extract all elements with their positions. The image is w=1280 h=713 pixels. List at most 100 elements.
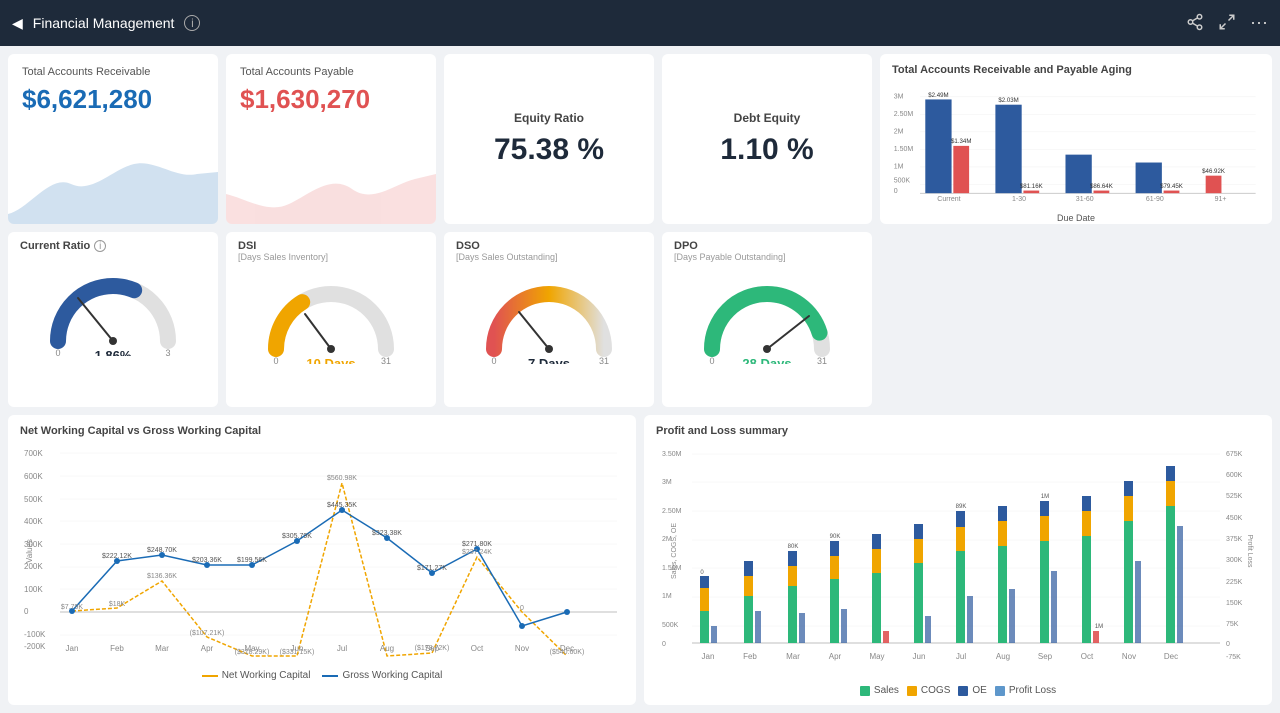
svg-text:0: 0	[24, 607, 29, 616]
svg-text:61-90: 61-90	[1146, 196, 1164, 203]
svg-text:($107.21K): ($107.21K)	[190, 630, 225, 637]
debt-equity-label: Debt Equity	[734, 111, 801, 125]
svg-text:100K: 100K	[24, 585, 43, 594]
svg-text:0: 0	[662, 641, 666, 648]
dashboard: Total Accounts Receivable $6,621,280 Tot…	[0, 46, 1280, 713]
dsi-gauge-svg: 10 Days 0 31	[261, 264, 401, 364]
svg-text:Mar: Mar	[786, 652, 800, 661]
svg-text:31: 31	[817, 356, 827, 364]
svg-text:$18K: $18K	[109, 601, 126, 608]
share-icon[interactable]	[1186, 13, 1204, 34]
svg-text:600K: 600K	[1226, 472, 1243, 479]
more-icon[interactable]: ⋯	[1250, 13, 1268, 34]
svg-text:90K: 90K	[830, 534, 841, 540]
equity-ratio-value: 75.38 %	[494, 133, 604, 167]
svg-text:$171.27K: $171.27K	[417, 565, 447, 572]
back-icon[interactable]: ◀	[12, 15, 23, 32]
svg-text:7 Days: 7 Days	[528, 356, 570, 364]
svg-text:1M: 1M	[1095, 624, 1103, 630]
svg-text:$445.35K: $445.35K	[327, 502, 357, 509]
dso-title: DSO	[456, 240, 642, 252]
dsi-title: DSI	[238, 240, 424, 252]
equity-ratio-label: Equity Ratio	[514, 111, 584, 125]
dpo-card: DPO [Days Payable Outstanding] 28 Days 0…	[662, 232, 872, 407]
svg-text:0: 0	[1226, 641, 1230, 648]
svg-text:300K: 300K	[1226, 557, 1243, 564]
svg-text:91+: 91+	[1215, 196, 1227, 203]
svg-text:500K: 500K	[662, 622, 679, 629]
aging-chart-card: Total Accounts Receivable and Payable Ag…	[880, 54, 1272, 224]
svg-text:-200K: -200K	[24, 642, 46, 651]
svg-text:Dec: Dec	[560, 644, 574, 653]
svg-text:Jun: Jun	[913, 652, 926, 661]
svg-text:0: 0	[520, 605, 524, 612]
svg-text:Oct: Oct	[1081, 652, 1094, 661]
svg-text:$1.34M: $1.34M	[951, 138, 971, 145]
dpo-gauge-svg: 28 Days 0 31	[697, 264, 837, 364]
total-ar-label: Total Accounts Receivable	[22, 66, 204, 78]
svg-text:-75K: -75K	[1226, 654, 1241, 661]
svg-text:$2.49M: $2.49M	[928, 92, 948, 99]
pnl-chart-title: Profit and Loss summary	[656, 425, 1260, 437]
svg-text:Dec: Dec	[1164, 652, 1178, 661]
svg-text:375K: 375K	[1226, 536, 1243, 543]
svg-text:1M: 1M	[894, 164, 904, 171]
svg-text:600K: 600K	[24, 472, 43, 481]
dsi-subtitle: [Days Sales Inventory]	[238, 252, 424, 262]
svg-text:$136.36K: $136.36K	[147, 573, 177, 580]
expand-icon[interactable]	[1218, 13, 1236, 34]
svg-text:31: 31	[599, 356, 609, 364]
current-ratio-title: Current Ratio	[20, 240, 90, 252]
dsi-card: DSI [Days Sales Inventory] 10 Days 0 31	[226, 232, 436, 407]
svg-text:Values: Values	[25, 539, 34, 563]
svg-text:$86.64K: $86.64K	[1090, 183, 1114, 190]
current-ratio-info-icon[interactable]: i	[94, 240, 106, 252]
pnl-legend: Sales COGS OE Profit Loss	[656, 685, 1260, 696]
dpo-title: DPO	[674, 240, 860, 252]
svg-text:89K: 89K	[956, 504, 967, 510]
svg-text:Sep: Sep	[1038, 652, 1053, 661]
svg-text:675K: 675K	[1226, 451, 1243, 458]
aging-bar-chart: 3M 2.50M 2M 1.50M 1M 500K 0 $2.49M	[892, 80, 1260, 210]
svg-text:$79.45K: $79.45K	[1160, 183, 1184, 190]
svg-text:$271.80K: $271.80K	[462, 541, 492, 548]
svg-text:Jan: Jan	[66, 644, 79, 653]
svg-text:$203.36K: $203.36K	[192, 557, 222, 564]
svg-text:$248.70K: $248.70K	[147, 547, 177, 554]
svg-text:75K: 75K	[1226, 621, 1239, 628]
svg-text:$305.79K: $305.79K	[282, 533, 312, 540]
svg-text:0: 0	[700, 570, 704, 576]
svg-text:-100K: -100K	[24, 630, 46, 639]
total-ap-card: Total Accounts Payable $1,630,270	[226, 54, 436, 224]
app-title: Financial Management	[33, 15, 175, 31]
svg-text:Jan: Jan	[702, 652, 715, 661]
svg-text:$7.79K: $7.79K	[61, 604, 84, 611]
svg-text:450K: 450K	[1226, 515, 1243, 522]
dso-card: DSO [Days Sales Outstanding] 7	[444, 232, 654, 407]
equity-ratio-card: Equity Ratio 75.38 %	[444, 54, 654, 224]
svg-text:3: 3	[165, 348, 170, 356]
gwc-legend-label: Gross Working Capital	[342, 670, 442, 681]
svg-text:May: May	[869, 652, 884, 661]
svg-text:225K: 225K	[1226, 579, 1243, 586]
svg-text:May: May	[244, 644, 259, 653]
svg-text:Feb: Feb	[743, 652, 757, 661]
svg-text:1M: 1M	[1041, 494, 1049, 500]
svg-text:0: 0	[273, 356, 278, 364]
cogs-legend: COGS	[921, 685, 950, 696]
svg-text:Profit Loss: Profit Loss	[1246, 534, 1253, 568]
svg-text:Sep: Sep	[425, 644, 440, 653]
pnl-chart-card: Profit and Loss summary 3.50M 3M 2.50M 2…	[644, 415, 1272, 705]
info-icon[interactable]: i	[184, 15, 200, 31]
oe-legend: OE	[972, 685, 986, 696]
svg-text:Sales, COGS, OE: Sales, COGS, OE	[671, 523, 678, 579]
svg-text:Oct: Oct	[471, 644, 484, 653]
total-ap-label: Total Accounts Payable	[240, 66, 422, 78]
dpo-subtitle: [Days Payable Outstanding]	[674, 252, 860, 262]
svg-text:Apr: Apr	[829, 652, 842, 661]
total-ap-value: $1,630,270	[240, 84, 422, 115]
svg-text:Aug: Aug	[996, 652, 1010, 661]
current-ratio-card: Current Ratio i 1.86% 0 3	[8, 232, 218, 407]
svg-text:525K: 525K	[1226, 493, 1243, 500]
svg-text:$2.03M: $2.03M	[998, 97, 1018, 104]
